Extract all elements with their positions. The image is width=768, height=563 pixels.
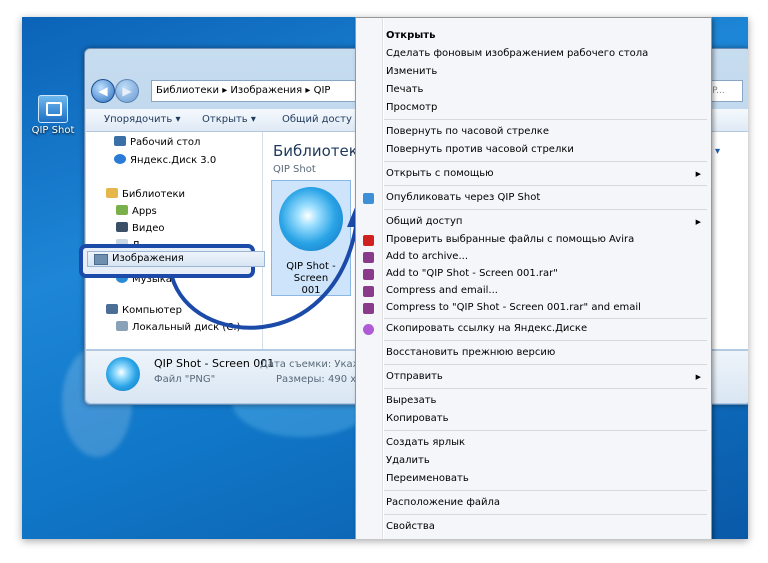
menu-separator	[384, 490, 707, 491]
menu-item-add-archive[interactable]: Add to archive...	[386, 251, 468, 262]
link-icon	[363, 324, 374, 335]
screenshot-frame: QIP Shot ◀ ▶ Библиотеки ▸ Изображения ▸ …	[22, 17, 748, 539]
menu-item-send-to[interactable]: Отправить	[386, 371, 443, 382]
menu-item-print[interactable]: Печать	[386, 84, 423, 95]
menu-item-share[interactable]: Общий доступ	[386, 216, 462, 227]
menu-item-compress-rar-email[interactable]: Compress to "QIP Shot - Screen 001.rar" …	[386, 302, 641, 313]
menu-item-set-wallpaper[interactable]: Сделать фоновым изображением рабочего ст…	[386, 48, 648, 59]
menu-separator	[384, 209, 707, 210]
menu-item-avira-scan[interactable]: Проверить выбранные файлы с помощью Avir…	[386, 234, 634, 245]
menu-item-open-with[interactable]: Открыть с помощью	[386, 168, 494, 179]
menu-separator	[384, 514, 707, 515]
menu-item-open[interactable]: Открыть	[386, 30, 435, 41]
menu-separator	[384, 364, 707, 365]
menu-item-compress-email[interactable]: Compress and email...	[386, 285, 498, 296]
winrar-icon	[363, 303, 374, 314]
menu-item-publish-qip[interactable]: Опубликовать через QIP Shot	[386, 192, 540, 203]
menu-item-delete[interactable]: Удалить	[386, 455, 430, 466]
winrar-icon	[363, 269, 374, 280]
menu-item-rotate-cw[interactable]: Повернуть по часовой стрелке	[386, 126, 549, 137]
menu-item-properties[interactable]: Свойства	[386, 521, 435, 532]
menu-item-copy[interactable]: Копировать	[386, 413, 448, 424]
winrar-icon	[363, 252, 374, 263]
menu-separator	[384, 318, 707, 319]
menu-item-copy-yadisk-link[interactable]: Скопировать ссылку на Яндекс.Диске	[386, 323, 587, 334]
menu-separator	[384, 161, 707, 162]
menu-separator	[384, 119, 707, 120]
arrow-curve	[170, 226, 358, 330]
menu-gutter	[382, 18, 384, 539]
menu-item-rename[interactable]: Переименовать	[386, 473, 469, 484]
submenu-arrow-icon: ▶	[695, 218, 701, 226]
menu-separator	[384, 430, 707, 431]
menu-item-preview[interactable]: Просмотр	[386, 102, 437, 113]
menu-item-add-rar[interactable]: Add to "QIP Shot - Screen 001.rar"	[386, 268, 558, 279]
submenu-arrow-icon: ▶	[695, 373, 701, 381]
winrar-icon	[363, 286, 374, 297]
menu-item-file-location[interactable]: Расположение файла	[386, 497, 500, 508]
menu-item-restore-version[interactable]: Восстановить прежнюю версию	[386, 347, 555, 358]
menu-separator	[384, 388, 707, 389]
qip-shot-icon	[363, 193, 374, 204]
menu-item-rotate-ccw[interactable]: Повернуть против часовой стрелки	[386, 144, 574, 155]
avira-icon	[363, 235, 374, 246]
menu-item-cut[interactable]: Вырезать	[386, 395, 436, 406]
menu-item-edit[interactable]: Изменить	[386, 66, 437, 77]
menu-item-create-shortcut[interactable]: Создать ярлык	[386, 437, 465, 448]
menu-separator	[384, 340, 707, 341]
context-menu: Открыть Сделать фоновым изображением раб…	[355, 17, 712, 539]
menu-separator	[384, 185, 707, 186]
submenu-arrow-icon: ▶	[695, 170, 701, 178]
